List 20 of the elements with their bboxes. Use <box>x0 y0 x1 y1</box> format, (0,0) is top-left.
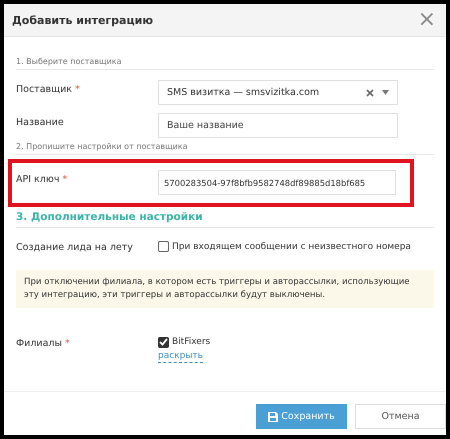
input-field[interactable]: Ваше название <box>158 113 398 138</box>
required-mark: * <box>62 174 68 185</box>
checkbox-label: При входящем сообщении с неизвестного номера <box>172 242 411 252</box>
section-heading: 1. Выберите поставщика <box>16 57 434 70</box>
required-mark: * <box>65 338 70 349</box>
field-label: API ключ <box>16 174 60 185</box>
field-label: Название <box>16 117 64 128</box>
cancel-button[interactable]: Отмена <box>355 404 446 429</box>
dialog-title: Добавить интеграцию <box>12 14 154 26</box>
section-heading: 2. Пропишите настройки от поставщика <box>16 142 434 155</box>
field-label: Поставщик <box>16 84 72 95</box>
field-label: Создание лида на лету <box>16 242 133 253</box>
required-mark: * <box>75 84 80 95</box>
field-label: Филиалы <box>16 338 62 349</box>
supplier-select[interactable]: SMS визитка — smsvizitka.com <box>158 80 398 105</box>
input-field[interactable]: 5700283504-97f8bfb9582748df89885d18bf685 <box>158 170 396 195</box>
expand-link[interactable]: раскрыть <box>158 352 203 363</box>
checkbox-label: BitFixers <box>172 337 210 348</box>
section-heading: 3. Дополнительные настройки <box>16 211 434 228</box>
warning-notice: При отключении филиала, в котором есть триггеры и авторассылки, использующие эту интеграцию, эти триггеры и авторассылки будут выключены. <box>16 270 434 308</box>
